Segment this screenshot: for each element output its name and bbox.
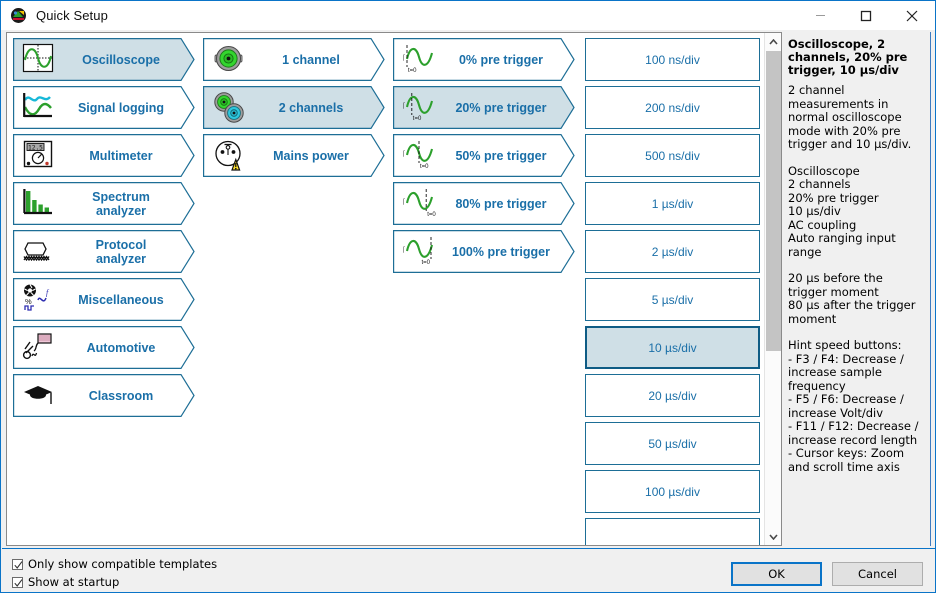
- instrument-classroom[interactable]: Classroom: [13, 374, 195, 417]
- column-pretrigger: ⌠ t=0 0% pre trigger ⌠ t=0 20% pre trigg…: [393, 33, 575, 273]
- button-shape: [393, 86, 575, 129]
- instrument-automotive[interactable]: Automotive: [13, 326, 195, 369]
- pretrigger-20-pre-trigger[interactable]: ⌠ t=0 20% pre trigger: [393, 86, 575, 129]
- info-hints-list: - F3 / F4: Decrease / increase sample fr…: [788, 353, 925, 475]
- checkbox-show-at-startup[interactable]: Show at startup: [12, 575, 119, 589]
- info-hint-line: - F3 / F4: Decrease / increase sample fr…: [788, 353, 925, 394]
- timebase-label: 2 µs/div: [652, 245, 694, 259]
- button-shape: [393, 230, 575, 273]
- column-instruments: Oscilloscope Signal logging 12.5 Multime…: [13, 33, 195, 417]
- timebase-2-s-div[interactable]: 2 µs/div: [585, 230, 760, 273]
- info-panel: Oscilloscope, 2 channels, 20% pre trigge…: [786, 32, 931, 546]
- timebase-label: 50 µs/div: [648, 437, 696, 451]
- info-timing-line: 20 µs before the trigger moment: [788, 272, 925, 299]
- timebase-500-ns-div[interactable]: 500 ns/div: [585, 134, 760, 177]
- button-shape: [13, 230, 195, 273]
- templates-panel: Oscilloscope Signal logging 12.5 Multime…: [6, 32, 782, 546]
- chevron-up-icon[interactable]: [765, 33, 782, 50]
- checkbox-only-compatible[interactable]: Only show compatible templates: [12, 557, 217, 571]
- button-shape: [393, 38, 575, 81]
- info-setting-line: Oscilloscope: [788, 165, 925, 179]
- check-icon: [12, 577, 23, 588]
- button-shape: [13, 182, 195, 225]
- check-icon: [12, 559, 23, 570]
- timebase-scrollbar[interactable]: [764, 33, 781, 545]
- info-setting-line: AC coupling: [788, 219, 925, 233]
- timebase-label: 10 µs/div: [648, 341, 696, 355]
- timebase-50-s-div[interactable]: 50 µs/div: [585, 422, 760, 465]
- column-channels: 1 channel 2 channels Mains power: [203, 33, 385, 177]
- checkbox-show-at-startup-label: Show at startup: [28, 575, 119, 589]
- button-shape: [203, 134, 385, 177]
- instrument-signal-logging[interactable]: Signal logging: [13, 86, 195, 129]
- button-shape: [13, 134, 195, 177]
- info-description: 2 channel measurements in normal oscillo…: [788, 84, 925, 152]
- timebase-label: 200 ns/div: [645, 101, 700, 115]
- chevron-down-icon[interactable]: [765, 528, 782, 545]
- button-shape: [203, 86, 385, 129]
- pico-logo-icon: [10, 7, 27, 24]
- timebase-100-s-div[interactable]: 100 µs/div: [585, 470, 760, 513]
- info-hint-line: - F5 / F6: Decrease / increase Volt/div: [788, 393, 925, 420]
- footer-bar: Only show compatible templates Show at s…: [2, 548, 935, 592]
- timebase-20-s-div[interactable]: 20 µs/div: [585, 374, 760, 417]
- timebase-100-ns-div[interactable]: 100 ns/div: [585, 38, 760, 81]
- button-shape: [393, 182, 575, 225]
- cancel-button[interactable]: Cancel: [832, 562, 923, 586]
- timebase-label: 5 µs/div: [652, 293, 694, 307]
- pretrigger-100-pre-trigger[interactable]: ⌠ t=0 100% pre trigger: [393, 230, 575, 273]
- instrument-spectrum-analyzer[interactable]: Spectrum analyzer: [13, 182, 195, 225]
- channel-1-channel[interactable]: 1 channel: [203, 38, 385, 81]
- pretrigger-80-pre-trigger[interactable]: ⌠ t=0 80% pre trigger: [393, 182, 575, 225]
- info-settings-list: Oscilloscope2 channels20% pre trigger10 …: [788, 165, 925, 260]
- info-setting-line: Auto ranging input range: [788, 232, 925, 259]
- checkbox-only-compatible-label: Only show compatible templates: [28, 557, 217, 571]
- button-shape: [13, 374, 195, 417]
- dialog-content: Oscilloscope Signal logging 12.5 Multime…: [2, 30, 935, 548]
- info-hint-line: - Cursor keys: Zoom and scroll time axis: [788, 447, 925, 474]
- info-setting-line: 10 µs/div: [788, 205, 925, 219]
- info-timing-line: 80 µs after the trigger moment: [788, 299, 925, 326]
- timebase-label: 20 µs/div: [648, 389, 696, 403]
- instrument-protocol-analyzer[interactable]: Protocol analyzer: [13, 230, 195, 273]
- info-hint-line: - F11 / F12: Decrease / increase record …: [788, 420, 925, 447]
- instrument-miscellaneous[interactable]: % f Miscellaneous: [13, 278, 195, 321]
- scrollbar-thumb[interactable]: [766, 51, 781, 351]
- window-title: Quick Setup: [36, 8, 108, 23]
- channel-mains-power[interactable]: Mains power: [203, 134, 385, 177]
- info-timing-list: 20 µs before the trigger moment80 µs aft…: [788, 272, 925, 326]
- timebase-5-s-div[interactable]: 5 µs/div: [585, 278, 760, 321]
- info-setting-line: 20% pre trigger: [788, 192, 925, 206]
- timebase-200-ns-div[interactable]: 200 ns/div: [585, 86, 760, 129]
- timebase-label: 100 ns/div: [645, 53, 700, 67]
- timebase-1-s-div[interactable]: 1 µs/div: [585, 182, 760, 225]
- pretrigger-50-pre-trigger[interactable]: ⌠ t=0 50% pre trigger: [393, 134, 575, 177]
- button-shape: [13, 38, 195, 81]
- instrument-oscilloscope[interactable]: Oscilloscope: [13, 38, 195, 81]
- instrument-multimeter[interactable]: 12.5 Multimeter: [13, 134, 195, 177]
- button-shape: [13, 86, 195, 129]
- minimize-icon[interactable]: [797, 1, 843, 30]
- close-icon[interactable]: [889, 1, 935, 30]
- button-shape: [203, 38, 385, 81]
- ok-button[interactable]: OK: [731, 562, 822, 586]
- button-shape: [13, 326, 195, 369]
- channel-2-channels[interactable]: 2 channels: [203, 86, 385, 129]
- column-timebase: 100 ns/div 200 ns/div 500 ns/div 1 µs/div 2 …: [585, 33, 760, 546]
- timebase-label: 100 µs/div: [645, 485, 700, 499]
- button-shape: [13, 278, 195, 321]
- timebase-10-s-div[interactable]: 10 µs/div: [585, 326, 760, 369]
- timebase-label: 1 µs/div: [652, 197, 694, 211]
- timebase-partial[interactable]: [585, 518, 760, 546]
- window-controls: [797, 1, 935, 30]
- pretrigger-0-pre-trigger[interactable]: ⌠ t=0 0% pre trigger: [393, 38, 575, 81]
- title-bar: Quick Setup: [1, 1, 935, 30]
- timebase-label: 500 ns/div: [645, 149, 700, 163]
- info-heading: Oscilloscope, 2 channels, 20% pre trigge…: [788, 38, 925, 77]
- maximize-icon[interactable]: [843, 1, 889, 30]
- info-setting-line: 2 channels: [788, 178, 925, 192]
- button-shape: [393, 134, 575, 177]
- info-hints-title: Hint speed buttons:: [788, 339, 925, 353]
- quick-setup-dialog: Quick Setup Oscilloscope: [0, 0, 936, 593]
